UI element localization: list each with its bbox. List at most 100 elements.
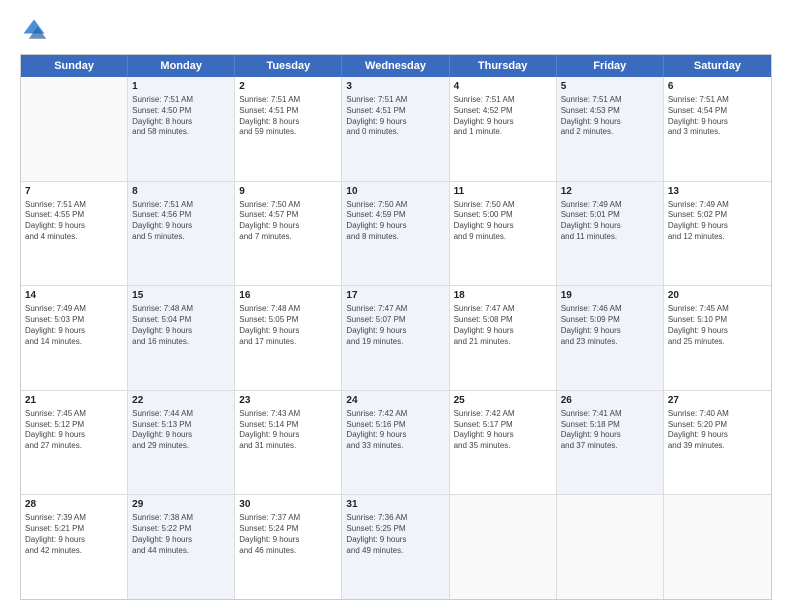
day-number: 13 bbox=[668, 185, 767, 199]
cell-info-line: Sunset: 5:16 PM bbox=[346, 420, 444, 431]
logo-icon bbox=[20, 16, 48, 44]
cell-info-line: and 42 minutes. bbox=[25, 546, 123, 557]
cell-info-line: Sunset: 5:01 PM bbox=[561, 210, 659, 221]
cell-info-line: Daylight: 9 hours bbox=[454, 117, 552, 128]
cell-info-line: Sunrise: 7:51 AM bbox=[454, 95, 552, 106]
day-number: 29 bbox=[132, 498, 230, 512]
day-number: 26 bbox=[561, 394, 659, 408]
cell-info-line: Sunset: 5:24 PM bbox=[239, 524, 337, 535]
calendar-header: SundayMondayTuesdayWednesdayThursdayFrid… bbox=[21, 55, 771, 77]
cell-info-line: Daylight: 9 hours bbox=[454, 221, 552, 232]
cell-info-line: Sunset: 5:13 PM bbox=[132, 420, 230, 431]
cell-info-line: Sunrise: 7:47 AM bbox=[454, 304, 552, 315]
cell-info-line: Daylight: 9 hours bbox=[239, 430, 337, 441]
day-number: 5 bbox=[561, 80, 659, 94]
calendar-day-21: 21Sunrise: 7:45 AMSunset: 5:12 PMDayligh… bbox=[21, 391, 128, 495]
page: SundayMondayTuesdayWednesdayThursdayFrid… bbox=[0, 0, 792, 612]
day-number: 6 bbox=[668, 80, 767, 94]
cell-info-line: Daylight: 9 hours bbox=[668, 430, 767, 441]
cell-info-line: and 8 minutes. bbox=[346, 232, 444, 243]
cell-info-line: and 7 minutes. bbox=[239, 232, 337, 243]
calendar-day-10: 10Sunrise: 7:50 AMSunset: 4:59 PMDayligh… bbox=[342, 182, 449, 286]
day-number: 31 bbox=[346, 498, 444, 512]
cell-info-line: Sunset: 5:07 PM bbox=[346, 315, 444, 326]
day-number: 24 bbox=[346, 394, 444, 408]
cell-info-line: Sunset: 4:54 PM bbox=[668, 106, 767, 117]
day-number: 2 bbox=[239, 80, 337, 94]
cell-info-line: Daylight: 9 hours bbox=[346, 221, 444, 232]
cell-info-line: Sunset: 4:59 PM bbox=[346, 210, 444, 221]
cell-info-line: Daylight: 9 hours bbox=[346, 117, 444, 128]
day-number: 1 bbox=[132, 80, 230, 94]
day-number: 7 bbox=[25, 185, 123, 199]
cell-info-line: Daylight: 9 hours bbox=[346, 535, 444, 546]
day-number: 15 bbox=[132, 289, 230, 303]
cell-info-line: and 29 minutes. bbox=[132, 441, 230, 452]
day-number: 18 bbox=[454, 289, 552, 303]
calendar-day-30: 30Sunrise: 7:37 AMSunset: 5:24 PMDayligh… bbox=[235, 495, 342, 599]
cell-info-line: Sunset: 5:08 PM bbox=[454, 315, 552, 326]
calendar-day-2: 2Sunrise: 7:51 AMSunset: 4:51 PMDaylight… bbox=[235, 77, 342, 181]
day-number: 19 bbox=[561, 289, 659, 303]
cell-info-line: Sunrise: 7:49 AM bbox=[561, 200, 659, 211]
cell-info-line: Sunrise: 7:49 AM bbox=[25, 304, 123, 315]
cell-info-line: and 25 minutes. bbox=[668, 337, 767, 348]
cell-info-line: Sunset: 5:00 PM bbox=[454, 210, 552, 221]
cell-info-line: Sunrise: 7:50 AM bbox=[346, 200, 444, 211]
header-day-thursday: Thursday bbox=[450, 55, 557, 77]
cell-info-line: and 4 minutes. bbox=[25, 232, 123, 243]
day-number: 21 bbox=[25, 394, 123, 408]
day-number: 17 bbox=[346, 289, 444, 303]
calendar-day-3: 3Sunrise: 7:51 AMSunset: 4:51 PMDaylight… bbox=[342, 77, 449, 181]
cell-info-line: Daylight: 9 hours bbox=[561, 117, 659, 128]
cell-info-line: Sunrise: 7:49 AM bbox=[668, 200, 767, 211]
day-number: 8 bbox=[132, 185, 230, 199]
header bbox=[20, 16, 772, 44]
day-number: 30 bbox=[239, 498, 337, 512]
calendar-day-24: 24Sunrise: 7:42 AMSunset: 5:16 PMDayligh… bbox=[342, 391, 449, 495]
cell-info-line: Sunset: 5:10 PM bbox=[668, 315, 767, 326]
day-number: 3 bbox=[346, 80, 444, 94]
calendar-day-16: 16Sunrise: 7:48 AMSunset: 5:05 PMDayligh… bbox=[235, 286, 342, 390]
cell-info-line: Sunset: 4:51 PM bbox=[346, 106, 444, 117]
cell-info-line: Sunrise: 7:43 AM bbox=[239, 409, 337, 420]
cell-info-line: Sunrise: 7:40 AM bbox=[668, 409, 767, 420]
day-number: 16 bbox=[239, 289, 337, 303]
cell-info-line: Daylight: 9 hours bbox=[25, 430, 123, 441]
cell-info-line: and 23 minutes. bbox=[561, 337, 659, 348]
calendar-day-7: 7Sunrise: 7:51 AMSunset: 4:55 PMDaylight… bbox=[21, 182, 128, 286]
logo bbox=[20, 16, 52, 44]
calendar-body: 1Sunrise: 7:51 AMSunset: 4:50 PMDaylight… bbox=[21, 77, 771, 599]
cell-info-line: Daylight: 9 hours bbox=[132, 326, 230, 337]
cell-info-line: Daylight: 9 hours bbox=[25, 535, 123, 546]
cell-info-line: and 39 minutes. bbox=[668, 441, 767, 452]
calendar-day-8: 8Sunrise: 7:51 AMSunset: 4:56 PMDaylight… bbox=[128, 182, 235, 286]
day-number: 12 bbox=[561, 185, 659, 199]
cell-info-line: Sunset: 5:25 PM bbox=[346, 524, 444, 535]
calendar-day-27: 27Sunrise: 7:40 AMSunset: 5:20 PMDayligh… bbox=[664, 391, 771, 495]
cell-info-line: Sunrise: 7:41 AM bbox=[561, 409, 659, 420]
day-number: 4 bbox=[454, 80, 552, 94]
cell-info-line: Daylight: 9 hours bbox=[239, 535, 337, 546]
calendar-day-17: 17Sunrise: 7:47 AMSunset: 5:07 PMDayligh… bbox=[342, 286, 449, 390]
calendar-day-14: 14Sunrise: 7:49 AMSunset: 5:03 PMDayligh… bbox=[21, 286, 128, 390]
cell-info-line: Daylight: 9 hours bbox=[239, 221, 337, 232]
calendar-week-2: 7Sunrise: 7:51 AMSunset: 4:55 PMDaylight… bbox=[21, 182, 771, 287]
cell-info-line: and 21 minutes. bbox=[454, 337, 552, 348]
cell-info-line: Sunrise: 7:45 AM bbox=[25, 409, 123, 420]
calendar-day-13: 13Sunrise: 7:49 AMSunset: 5:02 PMDayligh… bbox=[664, 182, 771, 286]
cell-info-line: and 49 minutes. bbox=[346, 546, 444, 557]
header-day-sunday: Sunday bbox=[21, 55, 128, 77]
cell-info-line: Daylight: 9 hours bbox=[25, 326, 123, 337]
calendar-day-20: 20Sunrise: 7:45 AMSunset: 5:10 PMDayligh… bbox=[664, 286, 771, 390]
cell-info-line: and 37 minutes. bbox=[561, 441, 659, 452]
cell-info-line: Sunrise: 7:50 AM bbox=[454, 200, 552, 211]
calendar-day-11: 11Sunrise: 7:50 AMSunset: 5:00 PMDayligh… bbox=[450, 182, 557, 286]
cell-info-line: Sunrise: 7:39 AM bbox=[25, 513, 123, 524]
cell-info-line: Sunset: 4:55 PM bbox=[25, 210, 123, 221]
cell-info-line: Daylight: 9 hours bbox=[132, 430, 230, 441]
day-number: 28 bbox=[25, 498, 123, 512]
cell-info-line: Daylight: 9 hours bbox=[668, 221, 767, 232]
cell-info-line: Sunset: 5:22 PM bbox=[132, 524, 230, 535]
day-number: 9 bbox=[239, 185, 337, 199]
